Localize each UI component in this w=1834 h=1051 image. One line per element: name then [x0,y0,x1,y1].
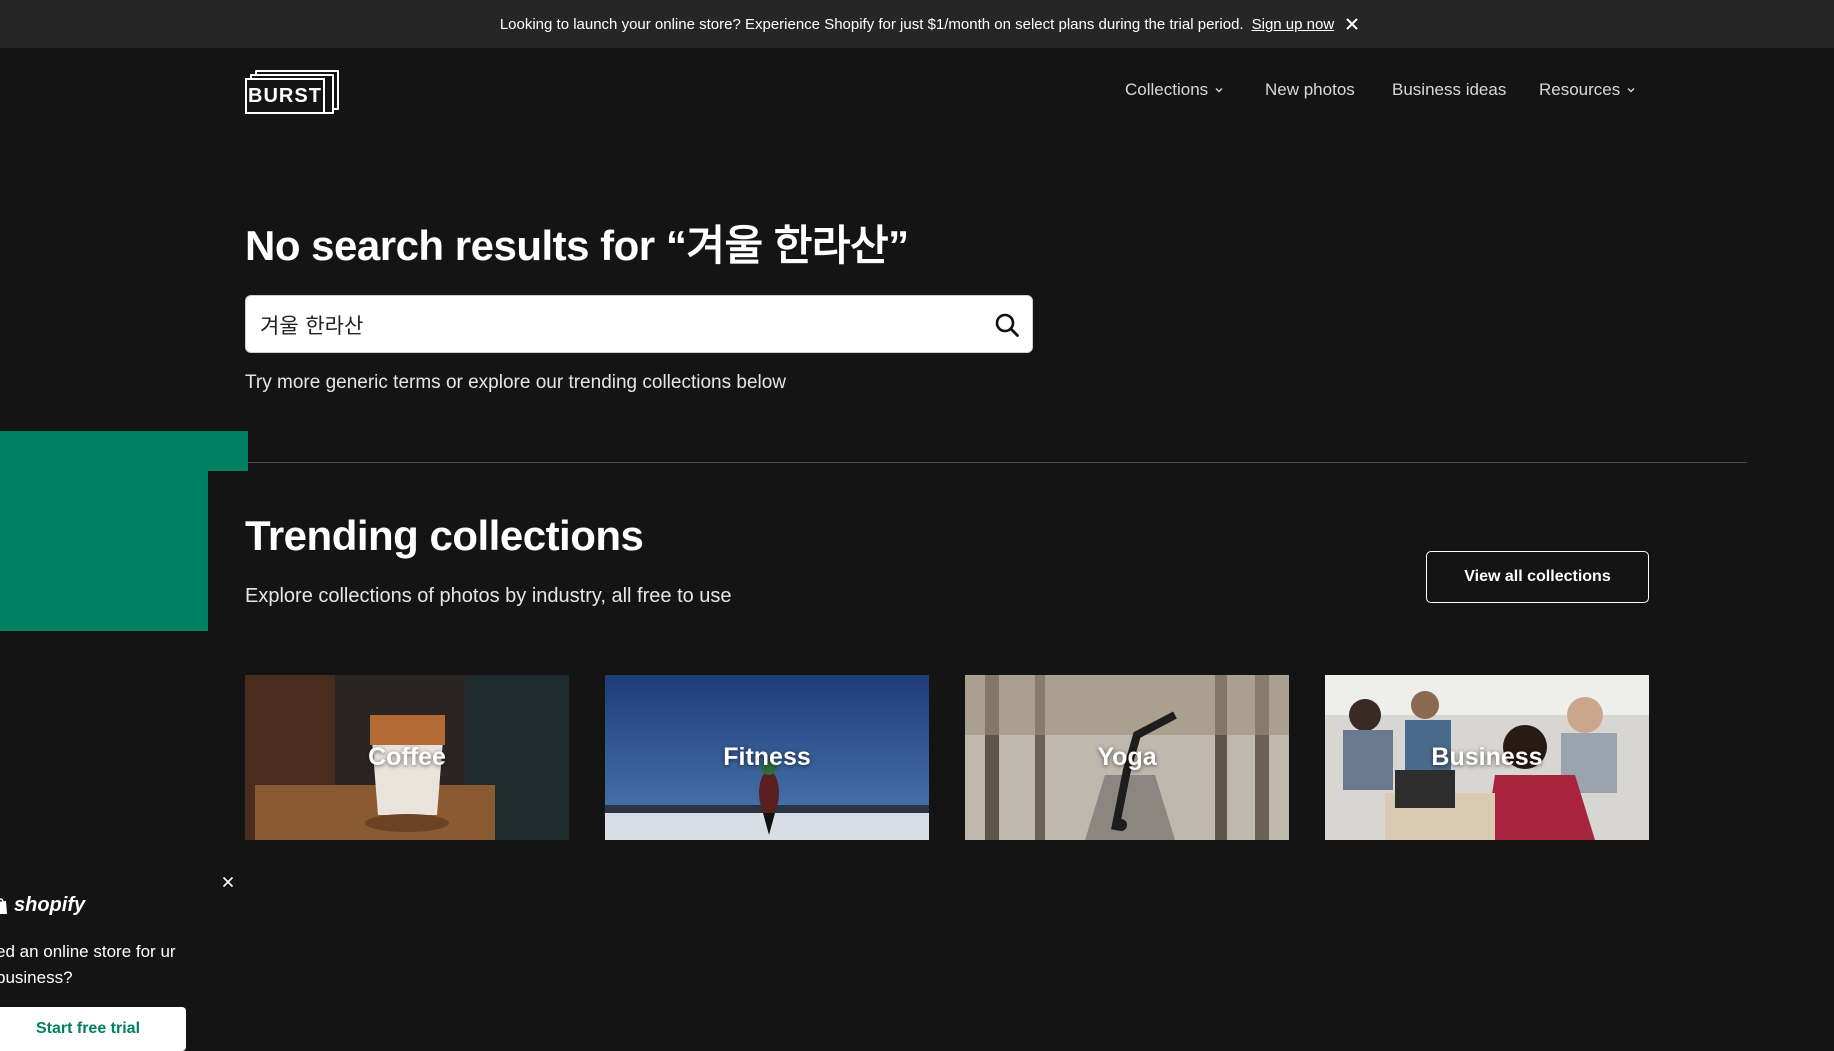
sign-up-link[interactable]: Sign up now [1252,16,1335,33]
shopify-promo [0,431,208,631]
card-label: Fitness [723,743,811,771]
page-title: No search results for “겨울 한라산” [245,222,909,269]
search-box [245,295,1033,354]
burst-logo[interactable]: BURST [245,70,339,114]
close-announcement-button[interactable] [1341,13,1363,35]
logo-text: BURST [245,78,325,114]
chevron-down-icon [1215,88,1223,93]
chevron-down-icon [1627,88,1635,93]
collection-card-business[interactable]: Business [1325,675,1649,840]
announcement-bar: Looking to launch your online store? Exp… [0,0,1834,48]
close-icon [1346,18,1358,30]
promo-close-button[interactable] [218,872,238,892]
shopify-bag-icon [0,897,7,914]
announcement-text: Looking to launch your online store? Exp… [499,15,1244,33]
collection-card-coffee[interactable]: Coffee [245,675,569,840]
shopify-brand: shopify [0,894,85,917]
collection-card-fitness[interactable]: Fitness [605,675,929,840]
card-label: Yoga [1097,743,1157,771]
section-divider [245,462,1747,463]
start-free-trial-button[interactable]: Start free trial [0,1007,186,1051]
nav-collections-label: Collections [1125,80,1209,99]
card-label: Coffee [368,743,446,771]
card-label: Business [1431,743,1543,771]
trending-subtitle: Explore collections of photos by industr… [245,585,732,607]
nav-resources-label: Resources [1539,80,1621,99]
close-icon [222,876,234,888]
nav-new-photos[interactable]: New photos [1265,80,1355,100]
search-hint: Try more generic terms or explore our tr… [245,372,787,393]
search-input[interactable] [258,296,962,354]
shopify-wordmark: shopify [14,894,86,916]
nav-collections[interactable]: Collections [1125,80,1224,100]
nav-business-ideas[interactable]: Business ideas [1392,80,1506,100]
collection-card-yoga[interactable]: Yoga [965,675,1289,840]
promo-close-tab [208,431,248,471]
view-all-collections-button[interactable]: View all collections [1426,551,1649,603]
nav-resources[interactable]: Resources [1539,80,1636,100]
promo-text: ed an online store for ur business? [0,942,176,987]
nav-new-photos-label: New photos [1265,80,1355,99]
trending-title: Trending collections [245,512,644,559]
search-icon[interactable] [994,312,1020,338]
nav-business-ideas-label: Business ideas [1392,80,1507,99]
